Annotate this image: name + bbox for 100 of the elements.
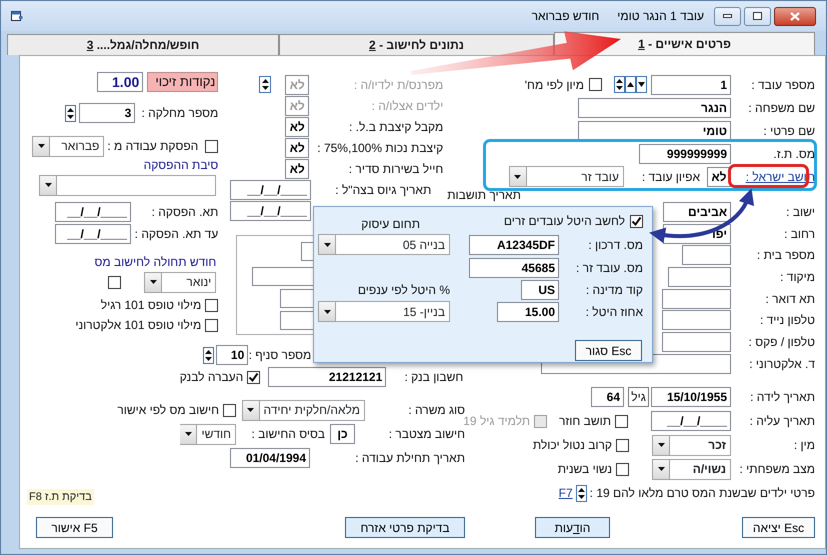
children-link[interactable]: F7	[558, 484, 573, 502]
month-dropdown[interactable]: פברואר	[32, 136, 104, 156]
checkbox[interactable]	[630, 214, 643, 228]
checkbox[interactable]	[589, 78, 602, 91]
credit-points-field[interactable]: 1.00	[97, 72, 144, 92]
date-field[interactable]: __/__/____	[651, 411, 731, 431]
employee-number-field[interactable]: 1	[651, 74, 731, 94]
spin-button[interactable]	[636, 76, 647, 93]
occupation-dropdown[interactable]: 05 בנייה	[318, 234, 450, 255]
gender-dropdown[interactable]: זכר	[652, 434, 731, 456]
field-label: אפיון עובד :	[642, 168, 700, 186]
checkbox-label: מילוי טופס 101 אלקטרוני	[75, 317, 202, 334]
marital-status-dropdown[interactable]: נשוי/ה	[652, 458, 731, 480]
maximize-icon	[753, 12, 762, 20]
first-name-field[interactable]: טומי	[578, 120, 731, 140]
dropdown-arrow-icon	[44, 183, 52, 187]
yes-no-field[interactable]: לא	[285, 138, 310, 158]
date-field[interactable]: 01/04/1994	[230, 448, 310, 468]
id-number-field[interactable]: 999999999	[639, 144, 731, 164]
field-label: ילדים אצלו/ה :	[370, 98, 444, 114]
department-field[interactable]: 3	[79, 103, 136, 123]
close-button[interactable]	[774, 6, 816, 26]
date-field[interactable]: __/__/____	[55, 224, 132, 244]
checkbox[interactable]	[108, 276, 122, 288]
branch-number-field[interactable]: 10	[216, 345, 248, 365]
bank-account-field[interactable]: 21212121	[268, 367, 386, 387]
country-code-field[interactable]: US	[521, 280, 559, 300]
checkbox-label: תלמיד גיל 19	[463, 414, 530, 430]
field-label: תאריך עליה :	[748, 413, 815, 430]
date-field[interactable]: 15/10/1955	[651, 387, 731, 407]
checkbox-label: קרוב נטול יכולת	[532, 437, 612, 454]
passport-field[interactable]: A12345DF	[469, 234, 559, 254]
field-label: ישוב :	[785, 204, 815, 221]
checkbox[interactable]	[247, 370, 260, 384]
field-label: קוד מדינה :	[584, 282, 643, 299]
spin-button[interactable]	[625, 76, 636, 93]
checkbox-label: חישוב מס לפי אישור	[117, 402, 219, 419]
text-field[interactable]: אביבים	[663, 202, 731, 222]
maximize-button[interactable]	[744, 6, 771, 26]
last-name-field[interactable]: הנגר	[578, 98, 731, 118]
field-label: מספר עובד :	[750, 76, 815, 94]
app-icon	[11, 10, 23, 22]
spin-button[interactable]	[614, 76, 625, 93]
field-label: חשבון בנק :	[404, 369, 464, 386]
field-label: תא. הפסקה :	[150, 204, 218, 221]
checkbox-label: העברה לבנק	[180, 369, 244, 386]
exit-button[interactable]: יציאה Esc	[742, 517, 815, 538]
field-label: מספר מחלקה :	[140, 105, 218, 122]
checkbox-label: מיון לפי מח'	[524, 76, 584, 94]
spin-button[interactable]	[576, 484, 587, 502]
window-title: חודש פברואר	[532, 8, 600, 25]
branch-dropdown[interactable]: 15 -בניין	[318, 301, 450, 322]
checkbox-label: הפסקת עבודה מ :	[107, 138, 198, 155]
window-title: עובד 1 הנגר טומי	[617, 8, 704, 25]
checkbox[interactable]	[616, 462, 629, 476]
text-field[interactable]	[662, 310, 731, 330]
field-label: פרטי ילדים שבשנת המס טרם מלאו להם 19 :	[590, 485, 815, 502]
calculation-basis-dropdown[interactable]: חודשי	[180, 424, 236, 444]
age-field[interactable]: 64	[591, 387, 624, 407]
checkbox-label: לחשב היטל עובדים זרים	[504, 213, 625, 230]
spin-button[interactable]	[259, 76, 272, 93]
field-label: מין :	[792, 437, 815, 454]
spin-button[interactable]	[203, 346, 214, 364]
citizen-check-button[interactable]: בדיקת פרטי אזרח	[345, 517, 465, 538]
month-dropdown[interactable]: ינואר	[144, 272, 216, 292]
date-field[interactable]: __/__/____	[230, 200, 312, 220]
field-label: סוג משרה :	[407, 402, 465, 417]
levy-percent-field[interactable]: 15.00	[497, 302, 559, 322]
field-label: רחוב :	[783, 226, 815, 243]
worker-number-field[interactable]: 45685	[469, 258, 559, 278]
minimize-button[interactable]	[714, 6, 741, 26]
checkbox[interactable]	[615, 414, 628, 428]
text-field[interactable]	[662, 332, 731, 352]
checkbox[interactable]	[205, 298, 218, 312]
field-label: תאריך תושבות	[447, 186, 521, 204]
date-field[interactable]: __/__/____	[55, 202, 132, 222]
up-down-arrows-icon	[578, 488, 585, 498]
job-type-dropdown[interactable]: מלאה/חלקית יחידה	[242, 400, 365, 420]
employee-type-dropdown[interactable]: עובד זר	[508, 166, 624, 187]
checkbox[interactable]	[616, 438, 629, 452]
checkbox-label: מילוי טופס 101 רגיל	[100, 297, 202, 314]
yes-no-field[interactable]: כן	[330, 424, 355, 444]
checkbox[interactable]	[223, 404, 236, 416]
approve-button[interactable]: אישור F5	[36, 517, 113, 538]
field-label: מפרנס/ת ילדיו/ה :	[352, 76, 444, 94]
yes-no-field[interactable]: לא	[285, 158, 310, 178]
section-label: חודש תחולה לחישוב מס	[94, 254, 216, 271]
text-field[interactable]	[662, 288, 731, 309]
yes-no-field[interactable]: לא	[285, 116, 310, 136]
text-field[interactable]	[682, 245, 731, 266]
field-label: מקבל קיצבת ב.ל. :	[348, 118, 444, 136]
checkbox[interactable]	[205, 140, 218, 152]
yes-no-field[interactable]: לא	[707, 166, 731, 186]
messages-button[interactable]: הודעות	[535, 517, 610, 538]
spin-button[interactable]	[65, 104, 76, 122]
reason-dropdown[interactable]	[39, 174, 216, 196]
date-field[interactable]: __/__/____	[230, 180, 312, 200]
close-button[interactable]: סגור Esc	[575, 340, 642, 361]
checkbox[interactable]	[205, 318, 218, 332]
text-field[interactable]	[668, 266, 731, 287]
